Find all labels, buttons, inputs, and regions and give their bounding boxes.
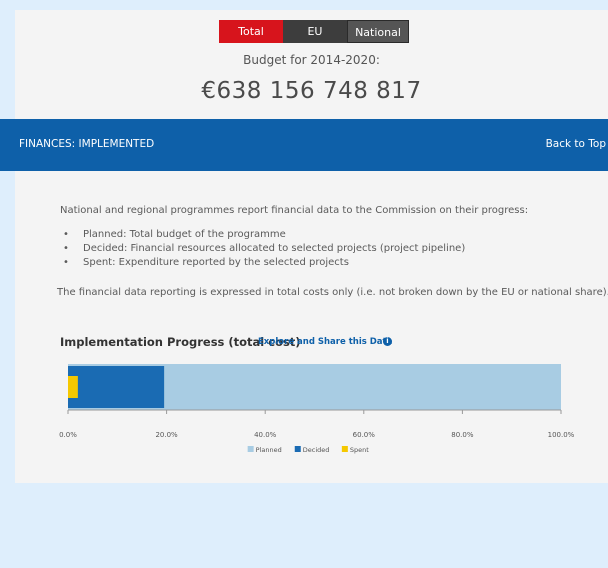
x-tick-label: 100.0%: [548, 431, 575, 439]
implementation-progress-chart: 0.0% 20.0% 40.0% 60.0% 80.0% 100.0% Planned Dec…: [59, 364, 575, 454]
tab-eu[interactable]: EU: [283, 20, 347, 43]
finance-description: National and regional programmes report …: [57, 205, 608, 298]
section-header: FINANCES: IMPLEMENTED Back to Top: [0, 119, 608, 171]
x-tick-label: 0.0%: [59, 431, 77, 439]
legend-label-spent: Spent: [350, 446, 369, 454]
legend-swatch-planned: [247, 446, 254, 452]
bullet-icon: •: [63, 229, 69, 240]
tab-total[interactable]: Total: [219, 20, 283, 43]
legend-swatch-decided: [294, 446, 301, 452]
list-item: • Planned: Total budget of the programme: [60, 228, 465, 242]
x-tick-label: 80.0%: [451, 431, 474, 439]
x-tick-label: 20.0%: [155, 431, 178, 439]
info-circle-icon[interactable]: i: [383, 337, 392, 346]
x-tick-label: 40.0%: [254, 431, 277, 439]
status-list: • Planned: Total budget of the programme …: [60, 228, 465, 270]
explore-data-link[interactable]: Explore and Share this Data: [258, 337, 392, 347]
legend-swatch-spent: [341, 446, 348, 452]
note-text: The financial data reporting is expresse…: [57, 287, 608, 298]
bar-spent: [68, 376, 78, 398]
budget-value: €638 156 748 817: [201, 78, 422, 104]
legend-label-planned: Planned: [256, 446, 282, 454]
list-item: • Decided: Financial resources allocated …: [60, 242, 465, 256]
tab-national[interactable]: National: [347, 20, 409, 43]
list-item-text: Decided: Financial resources allocated t…: [83, 243, 466, 254]
section-title: FINANCES: IMPLEMENTED: [19, 138, 155, 150]
share-tabs: Total EU National: [219, 20, 409, 43]
back-to-top-link[interactable]: Back to Top: [546, 138, 606, 150]
budget-label: Budget for 2014-2020:: [243, 53, 380, 67]
list-item-text: Spent: Expenditure reported by the selec…: [83, 257, 349, 268]
list-item-text: Planned: Total budget of the programme: [83, 229, 286, 240]
bullet-icon: •: [63, 243, 69, 254]
intro-text: National and regional programmes report …: [60, 205, 529, 216]
bar-decided: [68, 366, 165, 408]
x-tick-label: 60.0%: [353, 431, 376, 439]
legend-label-decided: Decided: [303, 446, 330, 454]
bullet-icon: •: [63, 257, 69, 268]
list-item: • Spent: Expenditure reported by the sele…: [60, 256, 465, 270]
